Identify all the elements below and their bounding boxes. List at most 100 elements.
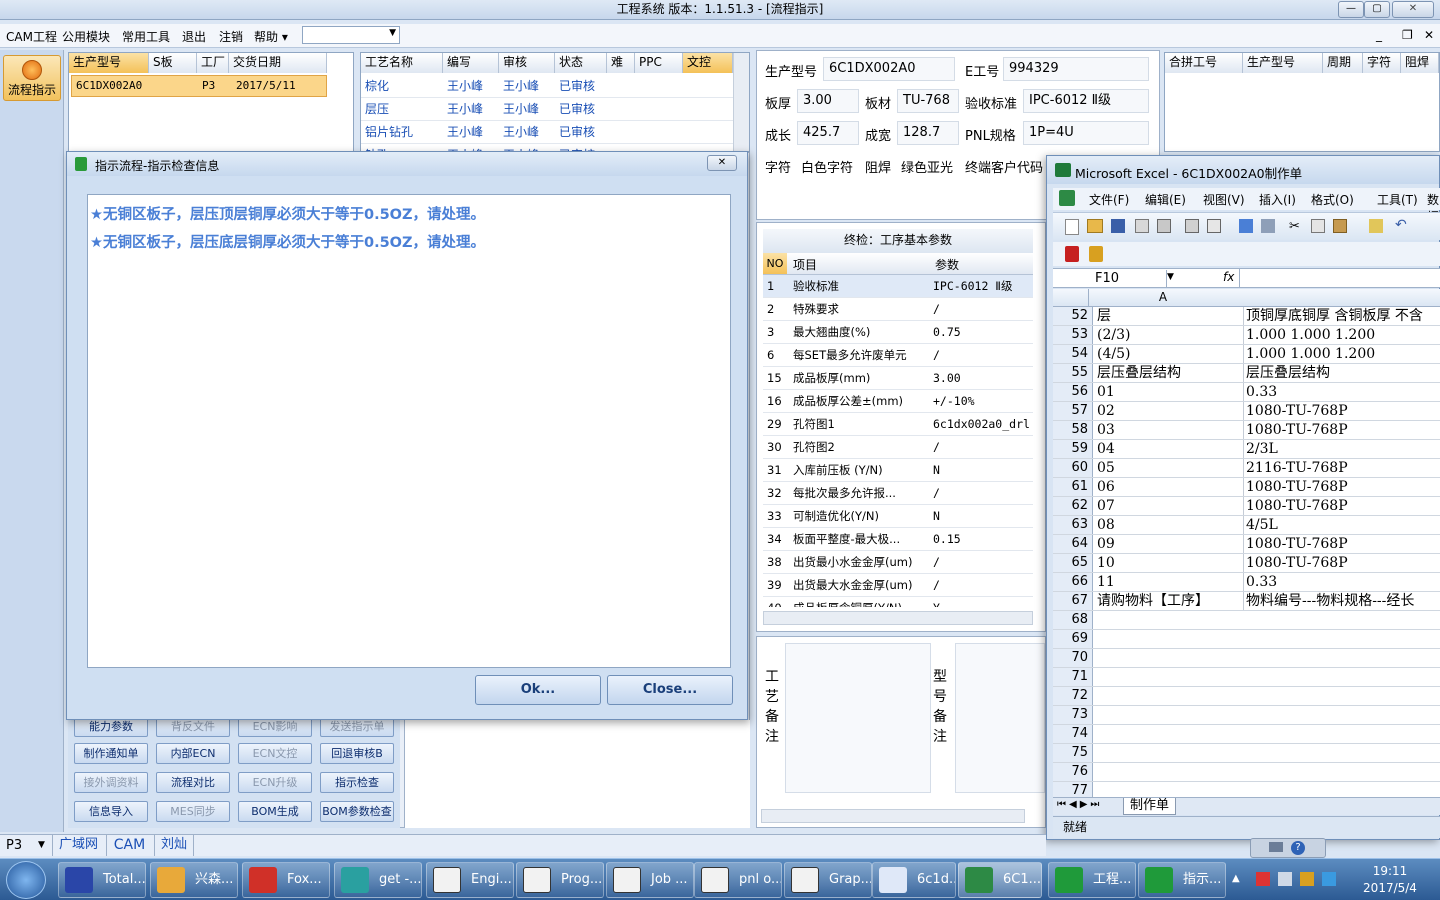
col-merge-no[interactable]: 合拼工号 xyxy=(1165,53,1243,73)
menu-file[interactable]: 文件(F) xyxy=(1089,191,1129,208)
spelling-icon[interactable] xyxy=(1239,219,1253,233)
taskbar-item[interactable]: pnl o... xyxy=(694,862,782,898)
col-merge-model[interactable]: 生产型号 xyxy=(1243,53,1323,73)
btn-import[interactable]: 信息导入 xyxy=(74,801,148,822)
function-icon[interactable]: fx xyxy=(1223,270,1234,284)
sheet-row[interactable]: 71 xyxy=(1053,668,1440,687)
taskbar-item[interactable]: Total... xyxy=(58,862,146,898)
preview-icon[interactable] xyxy=(1207,219,1221,233)
table-row[interactable]: 层压 王小峰 王小峰 已审核 xyxy=(361,98,733,121)
sheet-row[interactable]: 65 10 1080-TU-768P xyxy=(1053,554,1440,573)
sheet-row[interactable]: 56 01 0.33 xyxy=(1053,383,1440,402)
network-icon[interactable] xyxy=(1278,872,1292,886)
model-notes-text[interactable] xyxy=(955,643,1045,793)
tab-nav-icon[interactable]: ⏮◀▶⏭ xyxy=(1057,799,1102,810)
paste-icon[interactable] xyxy=(1333,219,1347,233)
menu-tools[interactable]: 常用工具 xyxy=(122,28,170,45)
tray-icon[interactable] xyxy=(1256,872,1270,886)
table-row[interactable]: 38 出货最小水金金厚(um) / xyxy=(763,551,1033,574)
col-cycle[interactable]: 周期 xyxy=(1323,53,1363,73)
table-row[interactable]: 29 孔符图1 6c1dx002a0_drl xyxy=(763,413,1033,436)
table-row[interactable]: 棕化 王小峰 王小峰 已审核 xyxy=(361,75,733,98)
menu-edit[interactable]: 编辑(E) xyxy=(1145,191,1186,208)
sheet-row[interactable]: 76 xyxy=(1053,763,1440,782)
permission-icon[interactable] xyxy=(1135,219,1149,233)
sheet-tab[interactable]: 制作单 xyxy=(1123,798,1177,815)
research-icon[interactable] xyxy=(1261,219,1275,233)
menu-tools[interactable]: 工具(T) xyxy=(1377,191,1418,208)
taskbar-item[interactable]: Job ... xyxy=(606,862,694,898)
col-mask[interactable]: 阻焊 xyxy=(1401,53,1439,73)
col-model[interactable]: 生产型号 xyxy=(69,53,149,73)
col-char[interactable]: 字符 xyxy=(1363,53,1401,73)
flow-indicator-button[interactable]: 流程指示 xyxy=(3,55,61,101)
table-row[interactable]: 6C1DX002A0 P3 2017/5/11 xyxy=(71,75,327,97)
chevron-down-icon[interactable]: ▼ xyxy=(38,840,45,850)
sheet-row[interactable]: 73 xyxy=(1053,706,1440,725)
sheet-row[interactable]: 68 xyxy=(1053,611,1440,630)
table-row[interactable]: 15 成品板厚(mm) 3.00 xyxy=(763,367,1033,390)
sheet-row[interactable]: 64 09 1080-TU-768P xyxy=(1053,535,1440,554)
sheet-row[interactable]: 72 xyxy=(1053,687,1440,706)
clock-date[interactable]: 2017/5/4 xyxy=(1354,881,1426,895)
btn-check[interactable]: 指示检查 xyxy=(320,772,394,793)
cut-icon[interactable]: ✂ xyxy=(1289,219,1300,234)
open-icon[interactable] xyxy=(1087,219,1103,233)
menu-logout[interactable]: 注销 xyxy=(219,28,243,45)
factory-select[interactable]: P3 xyxy=(6,838,22,853)
col-a[interactable]: A xyxy=(1089,290,1237,304)
sheet-row[interactable]: 52 层 顶铜厚底铜厚 含铜板厚 不含 xyxy=(1053,307,1440,326)
btn-rollback[interactable]: 回退审核B xyxy=(320,743,394,764)
btn-internal-ecn[interactable]: 内部ECN xyxy=(156,743,230,764)
btn-flow-compare[interactable]: 流程对比 xyxy=(156,772,230,793)
sheet-row[interactable]: 61 06 1080-TU-768P xyxy=(1053,478,1440,497)
table-row[interactable]: 铝片钻孔 王小峰 王小峰 已审核 xyxy=(361,121,733,144)
sheet-row[interactable]: 69 xyxy=(1053,630,1440,649)
table-row[interactable]: 31 入库前压板 (Y/N) N xyxy=(763,459,1033,482)
minimize-button[interactable]: — xyxy=(1338,1,1364,18)
sheet-row[interactable]: 60 05 2116-TU-768P xyxy=(1053,459,1440,478)
table-row[interactable]: 6 每SET最多允许废单元 / xyxy=(763,344,1033,367)
table-row[interactable]: 3 最大翘曲度(%) 0.75 xyxy=(763,321,1033,344)
sheet-row[interactable]: 75 xyxy=(1053,744,1440,763)
new-icon[interactable] xyxy=(1065,219,1079,235)
name-box[interactable]: F10 xyxy=(1055,270,1167,287)
scrollbar[interactable] xyxy=(733,53,749,151)
table-row[interactable]: 39 出货最大水金金厚(um) / xyxy=(763,574,1033,597)
col-item[interactable]: 项目 xyxy=(793,256,817,273)
sheet-row[interactable]: 66 11 0.33 xyxy=(1053,573,1440,592)
taskbar-item[interactable]: Grap... xyxy=(784,862,872,898)
menu-help[interactable]: 帮助 ▾ xyxy=(254,28,288,45)
pdf-convert-icon[interactable] xyxy=(1089,246,1103,262)
taskbar-item[interactable]: Engi... xyxy=(426,862,514,898)
table-row[interactable]: 1 验收标准 IPC-6012 Ⅱ级 xyxy=(763,275,1033,298)
menu-exit[interactable]: 退出 xyxy=(182,28,206,45)
btn-ecn-doc[interactable]: ECN文控 xyxy=(238,743,312,764)
sheet-row[interactable]: 58 03 1080-TU-768P xyxy=(1053,421,1440,440)
col-writer[interactable]: 编写 xyxy=(443,53,499,73)
select-all-corner[interactable] xyxy=(1053,289,1089,306)
col-factory[interactable]: 工厂 xyxy=(197,53,229,73)
table-row[interactable]: 40 成品板厚含铜厚(Y/N) Y xyxy=(763,597,1033,607)
table-row[interactable]: 16 成品板厚公差±(mm) +/-10% xyxy=(763,390,1033,413)
formula-input[interactable] xyxy=(1239,269,1440,287)
menu-format[interactable]: 格式(O) xyxy=(1311,191,1354,208)
table-row[interactable]: 34 板面平整度-最大极... 0.15 xyxy=(763,528,1033,551)
sheet-row[interactable]: 59 04 2/3L xyxy=(1053,440,1440,459)
col-delivery[interactable]: 交货日期 xyxy=(229,53,327,73)
taskbar-item[interactable]: 6C1... xyxy=(958,862,1042,898)
table-row[interactable]: 30 孔符图2 / xyxy=(763,436,1033,459)
start-button[interactable] xyxy=(6,861,46,899)
tray-arrow-icon[interactable]: ▲ xyxy=(1232,873,1240,884)
sheet-row[interactable]: 62 07 1080-TU-768P xyxy=(1053,497,1440,516)
col-ppc[interactable]: PPC xyxy=(635,53,683,73)
sheet-row[interactable]: 67 请购物料【工序】 物料编号---物料规格---经长 xyxy=(1053,592,1440,611)
sheet-row[interactable]: 53 (2/3) 1.000 1.000 1.200 xyxy=(1053,326,1440,345)
btn-bom-gen[interactable]: BOM生成 xyxy=(238,801,312,822)
sheet-row[interactable]: 57 02 1080-TU-768P xyxy=(1053,402,1440,421)
close-button[interactable]: Close... xyxy=(607,675,733,705)
maximize-button[interactable]: ▢ xyxy=(1364,1,1390,18)
table-row[interactable]: 33 可制造优化(Y/N) N xyxy=(763,505,1033,528)
sheet-row[interactable]: 77 xyxy=(1053,782,1440,797)
col-no[interactable]: NO xyxy=(763,253,787,274)
